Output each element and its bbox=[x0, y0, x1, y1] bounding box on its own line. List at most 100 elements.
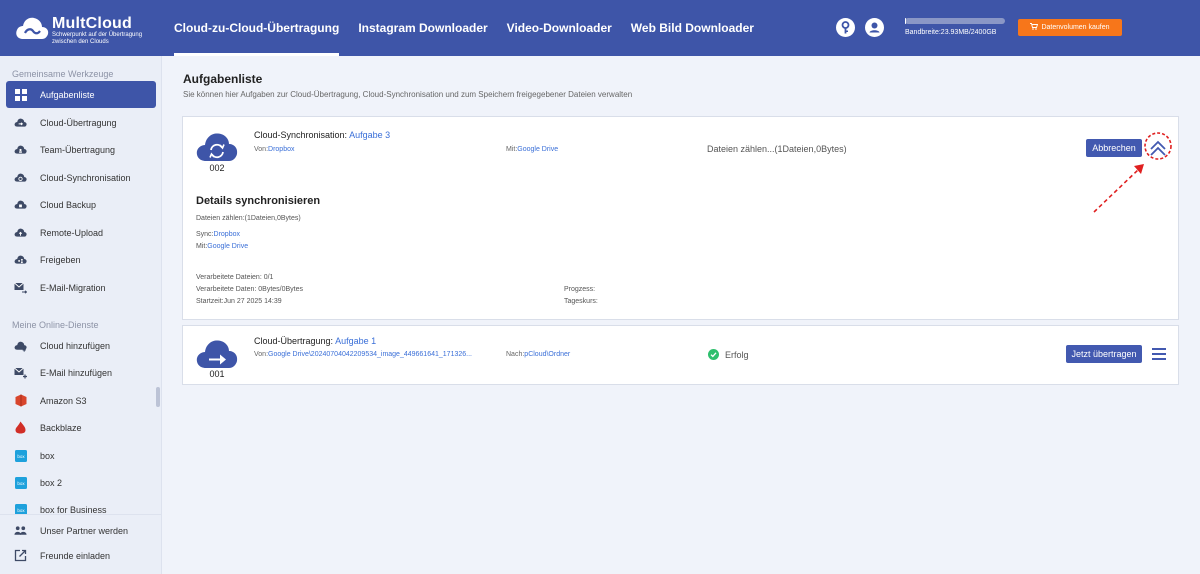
sidebar-item-label: Cloud-Übertragung bbox=[40, 117, 117, 128]
sidebar-item-cloud-sync[interactable]: Cloud-Synchronisation bbox=[6, 164, 156, 191]
cloud-backup-icon bbox=[14, 198, 27, 211]
task-source-link[interactable]: Google Drive\20240704042209534_image_449… bbox=[268, 351, 472, 358]
sidebar-item-box-2[interactable]: box box 2 bbox=[6, 469, 156, 496]
sidebar-scrollbar[interactable] bbox=[156, 387, 160, 407]
sidebar-item-label: Backblaze bbox=[40, 422, 82, 433]
sidebar: Gemeinsame Werkzeuge Aufgabenliste Cloud… bbox=[0, 56, 162, 574]
sidebar-item-label: Amazon S3 bbox=[40, 395, 87, 406]
team-transfer-icon bbox=[14, 143, 27, 156]
svg-text:box: box bbox=[17, 454, 25, 459]
app-title: MultCloud bbox=[52, 15, 132, 32]
nav-web-image-downloader[interactable]: Web Bild Downloader bbox=[631, 0, 754, 56]
bandwidth-label: Bandbreite:23.93MB/2400GB bbox=[905, 29, 997, 36]
details-with-label: Mit: bbox=[196, 243, 208, 250]
sidebar-item-invite[interactable]: Freunde einladen bbox=[6, 542, 156, 569]
details-daily-rate: Tageskurs: bbox=[564, 298, 598, 305]
nav-cloud-to-cloud[interactable]: Cloud-zu-Cloud-Übertragung bbox=[174, 0, 340, 56]
top-bar: MultCloud Schwerpunkt auf der Übertragun… bbox=[0, 0, 1200, 56]
main-nav: Cloud-zu-Cloud-Übertragung Instagram Dow… bbox=[174, 0, 773, 56]
app-logo[interactable]: MultCloud Schwerpunkt auf der Übertragun… bbox=[14, 12, 159, 46]
sidebar-item-remote-upload[interactable]: Remote-Upload bbox=[6, 219, 156, 246]
sidebar-item-label: Team-Übertragung bbox=[40, 144, 116, 155]
sidebar-item-label: Aufgabenliste bbox=[40, 89, 95, 100]
sidebar-item-label: box bbox=[40, 450, 55, 461]
details-with-link[interactable]: Google Drive bbox=[207, 243, 248, 250]
key-icon[interactable] bbox=[836, 18, 855, 37]
sidebar-bottom: Unser Partner werden Freunde einladen bbox=[0, 514, 161, 574]
task-target: Nach:pCloud\Ordner bbox=[506, 351, 570, 358]
sidebar-item-add-email[interactable]: E-Mail hinzufügen bbox=[6, 359, 156, 386]
remote-upload-icon bbox=[14, 226, 27, 239]
details-start-time: Startzeit:Jun 27 2025 14:39 bbox=[196, 298, 282, 305]
sidebar-item-partner[interactable]: Unser Partner werden bbox=[6, 517, 156, 544]
nav-video-downloader[interactable]: Video-Downloader bbox=[507, 0, 612, 56]
details-progress: Progzess: bbox=[564, 286, 596, 293]
task-title: Cloud-Übertragung: Aufgabe 1 bbox=[254, 336, 376, 346]
sidebar-item-task-list[interactable]: Aufgabenliste bbox=[6, 81, 156, 108]
task-name-link[interactable]: Aufgabe 1 bbox=[335, 336, 376, 346]
sidebar-section-services: Meine Online-Dienste bbox=[12, 320, 99, 330]
sidebar-item-share[interactable]: Freigeben bbox=[6, 246, 156, 273]
task-target-label: Mit: bbox=[506, 146, 518, 153]
partner-icon bbox=[14, 524, 27, 537]
sidebar-item-label: Remote-Upload bbox=[40, 227, 104, 238]
sidebar-item-box[interactable]: box box bbox=[6, 442, 156, 469]
sidebar-item-cloud-transfer[interactable]: Cloud-Übertragung bbox=[6, 109, 156, 136]
sidebar-item-label: box for Business bbox=[40, 504, 107, 515]
transfer-now-button[interactable]: Jetzt übertragen bbox=[1066, 345, 1142, 363]
add-email-icon bbox=[14, 366, 27, 379]
details-processed-files: Verarbeitete Dateien: 0/1 bbox=[196, 274, 274, 281]
details-processed-data: Verarbeitete Daten: 0Bytes/0Bytes bbox=[196, 286, 304, 293]
sidebar-item-label: box 2 bbox=[40, 477, 63, 488]
details-sync-label: Sync: bbox=[196, 231, 214, 238]
email-migration-icon bbox=[14, 281, 27, 294]
page-subtitle: Sie können hier Aufgaben zur Cloud-Übert… bbox=[183, 90, 633, 99]
sidebar-item-label: Unser Partner werden bbox=[40, 525, 129, 536]
sidebar-item-amazon-s3[interactable]: Amazon S3 bbox=[6, 387, 156, 414]
details-sync-link[interactable]: Dropbox bbox=[214, 231, 240, 238]
sidebar-item-label: Cloud-Synchronisation bbox=[40, 172, 131, 183]
bandwidth-bar bbox=[905, 18, 1005, 24]
buy-data-button[interactable]: Datenvolumen kaufen bbox=[1018, 19, 1122, 36]
task-source-link[interactable]: Dropbox bbox=[268, 146, 294, 153]
task-source: Von:Google Drive\20240704042209534_image… bbox=[254, 351, 472, 358]
sidebar-item-backblaze[interactable]: Backblaze bbox=[6, 414, 156, 441]
box-icon: box bbox=[14, 476, 27, 489]
task-target-link[interactable]: pCloud\Ordner bbox=[524, 351, 570, 358]
backblaze-icon bbox=[14, 421, 27, 434]
sidebar-item-label: E-Mail hinzufügen bbox=[40, 367, 113, 378]
task-status: Erfolg bbox=[725, 350, 749, 360]
cancel-button[interactable]: Abbrechen bbox=[1086, 139, 1142, 157]
collapse-chevron-icon[interactable] bbox=[1146, 137, 1170, 161]
multcloud-logo-icon bbox=[16, 17, 49, 39]
user-icon[interactable] bbox=[865, 18, 884, 37]
svg-text:box: box bbox=[17, 481, 25, 486]
sidebar-item-cloud-backup[interactable]: Cloud Backup bbox=[6, 191, 156, 218]
task-target-link[interactable]: Google Drive bbox=[517, 146, 558, 153]
task-title: Cloud-Synchronisation: Aufgabe 3 bbox=[254, 130, 390, 140]
sidebar-section-tools: Gemeinsame Werkzeuge bbox=[12, 69, 114, 79]
sidebar-item-label: E-Mail-Migration bbox=[40, 282, 106, 293]
sidebar-item-label: Cloud hinzufügen bbox=[40, 340, 111, 351]
svg-text:box: box bbox=[17, 508, 25, 513]
cart-icon bbox=[1030, 23, 1039, 30]
app-subtitle: Schwerpunkt auf der Übertragung zwischen… bbox=[52, 32, 143, 45]
buy-data-label: Datenvolumen kaufen bbox=[1041, 24, 1110, 31]
task-source: Von:Dropbox bbox=[254, 146, 294, 153]
sidebar-item-add-cloud[interactable]: Cloud hinzufügen bbox=[6, 332, 156, 359]
sidebar-item-email-migration[interactable]: E-Mail-Migration bbox=[6, 274, 156, 301]
nav-instagram-downloader[interactable]: Instagram Downloader bbox=[358, 0, 487, 56]
task-number: 001 bbox=[209, 369, 225, 379]
cloud-transfer-task-icon bbox=[196, 340, 238, 368]
details-with: Mit:Google Drive bbox=[196, 243, 248, 250]
share-icon bbox=[14, 253, 27, 266]
sidebar-item-label: Cloud Backup bbox=[40, 199, 97, 210]
sidebar-item-label: Freunde einladen bbox=[40, 550, 111, 561]
menu-icon[interactable] bbox=[1152, 348, 1166, 360]
sidebar-item-team-transfer[interactable]: Team-Übertragung bbox=[6, 136, 156, 163]
task-name-link[interactable]: Aufgabe 3 bbox=[349, 130, 390, 140]
cloud-sync-icon bbox=[14, 171, 27, 184]
details-count: Dateien zählen:(1Dateien,0Bytes) bbox=[196, 215, 301, 222]
cloud-transfer-icon bbox=[14, 116, 27, 129]
task-status: Dateien zählen...(1Dateien,0Bytes) bbox=[707, 144, 847, 154]
